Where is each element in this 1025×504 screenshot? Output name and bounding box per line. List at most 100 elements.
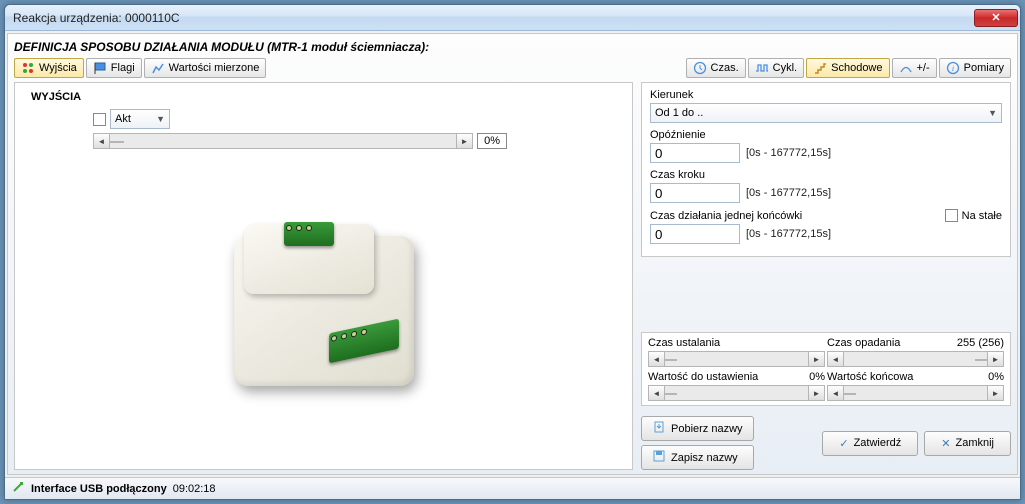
- set-value-value: 0%: [809, 371, 825, 383]
- step-time-input[interactable]: [650, 183, 740, 203]
- confirm-button[interactable]: ✓ Zatwierdź: [822, 431, 918, 456]
- delay-hint: [0s - 167772,15s]: [746, 147, 831, 159]
- tab-pomiary[interactable]: i Pomiary: [939, 58, 1011, 78]
- slider-right-button[interactable]: ►: [456, 134, 472, 148]
- tab-cykl[interactable]: Cykl.: [748, 58, 804, 78]
- fall-col: Czas opadania 255 (256) ◄ ► Wartość końc…: [827, 337, 1004, 401]
- tab-flags[interactable]: Flagi: [86, 58, 142, 78]
- stairs-icon: [813, 61, 827, 75]
- tab-schodowe-label: Schodowe: [831, 62, 882, 74]
- time-values-group: Czas ustalania ◄ ► Wartość do ustawienia…: [641, 332, 1011, 406]
- main-row: WYJŚCIA Akt ▼ ◄ ►: [14, 82, 1011, 470]
- permanent-checkbox[interactable]: [945, 209, 958, 222]
- outputs-icon: [21, 61, 35, 75]
- slider-thumb[interactable]: [665, 359, 677, 361]
- get-names-label: Pobierz nazwy: [671, 423, 743, 435]
- tab-measured-label: Wartości mierzone: [169, 62, 260, 74]
- slider-left-button[interactable]: ◄: [828, 386, 844, 400]
- slider-left-button[interactable]: ◄: [649, 352, 665, 366]
- save-icon: [652, 449, 666, 466]
- tab-czas-label: Czas.: [711, 62, 739, 74]
- set-value-slider[interactable]: ◄ ►: [648, 385, 825, 401]
- slider-right-button[interactable]: ►: [808, 352, 824, 366]
- svg-text:i: i: [952, 64, 954, 73]
- confirm-label: Zatwierdź: [854, 437, 902, 449]
- chevron-down-icon: ▼: [156, 114, 165, 124]
- status-time: 09:02:18: [173, 483, 216, 495]
- brightness-percent: 0%: [477, 133, 507, 149]
- close-icon: ✕: [941, 437, 950, 450]
- slider-thumb[interactable]: [665, 393, 677, 395]
- step-time-hint: [0s - 167772,15s]: [746, 187, 831, 199]
- direction-select[interactable]: Od 1 do .. ▼: [650, 103, 1002, 123]
- slider-left-button[interactable]: ◄: [94, 134, 110, 148]
- right-panel: Kierunek Od 1 do .. ▼ Opóźnienie [0s - 1…: [641, 82, 1011, 470]
- tab-plusminus[interactable]: +/-: [892, 58, 937, 78]
- tab-schodowe[interactable]: Schodowe: [806, 58, 889, 78]
- slider-right-button[interactable]: ►: [987, 352, 1003, 366]
- page-heading: DEFINICJA SPOSOBU DZIAŁANIA MODUŁU (MTR-…: [14, 38, 1011, 58]
- step-time-label: Czas kroku: [650, 169, 1002, 181]
- staircase-settings-group: Kierunek Od 1 do .. ▼ Opóźnienie [0s - 1…: [641, 82, 1011, 257]
- tab-row: Wyjścia Flagi Wartości mierzone: [14, 58, 1011, 78]
- close-window-button[interactable]: ✕: [974, 9, 1018, 27]
- end-value-slider[interactable]: ◄ ►: [827, 385, 1004, 401]
- close-label: Zamknij: [955, 437, 994, 449]
- outputs-title: WYJŚCIA: [31, 91, 624, 103]
- close-icon: ✕: [991, 11, 1000, 24]
- status-bar: Interface USB podłączony 09:02:18: [5, 477, 1020, 499]
- output-akt-row: Akt ▼: [23, 109, 624, 129]
- info-icon: i: [946, 61, 960, 75]
- akt-select[interactable]: Akt ▼: [110, 109, 170, 129]
- end-time-hint: [0s - 167772,15s]: [746, 228, 831, 240]
- akt-checkbox[interactable]: [93, 113, 106, 126]
- direction-label: Kierunek: [650, 89, 1002, 101]
- step-time-row: [0s - 167772,15s]: [650, 183, 1002, 203]
- tab-measured[interactable]: Wartości mierzone: [144, 58, 267, 78]
- fall-time-value: 255 (256): [957, 337, 1004, 349]
- slider-thumb[interactable]: [844, 393, 856, 395]
- end-time-label: Czas działania jednej końcówki: [650, 210, 802, 222]
- outputs-panel: WYJŚCIA Akt ▼ ◄ ►: [14, 82, 633, 470]
- curve-icon: [899, 61, 913, 75]
- clock-icon: [693, 61, 707, 75]
- delay-input[interactable]: [650, 143, 740, 163]
- status-text: Interface USB podłączony: [31, 483, 167, 495]
- device-image: [23, 149, 624, 463]
- get-names-button[interactable]: Pobierz nazwy: [641, 416, 754, 441]
- set-value-label: Wartość do ustawienia: [648, 371, 758, 383]
- end-value-value: 0%: [988, 371, 1004, 383]
- tab-pomiary-label: Pomiary: [964, 62, 1004, 74]
- setup-time-slider[interactable]: ◄ ►: [648, 351, 825, 367]
- slider-left-button[interactable]: ◄: [828, 352, 844, 366]
- end-time-input[interactable]: [650, 224, 740, 244]
- slider-right-button[interactable]: ►: [987, 386, 1003, 400]
- end-time-label-row: Czas działania jednej końcówki Na stałe: [650, 209, 1002, 222]
- buttons-row: Pobierz nazwy Zapisz nazwy ✓ Zatwierdź: [641, 416, 1011, 470]
- slider-thumb[interactable]: [975, 359, 987, 361]
- slider-thumb[interactable]: [110, 141, 124, 143]
- close-button[interactable]: ✕ Zamknij: [924, 431, 1011, 456]
- akt-select-value: Akt: [115, 113, 131, 125]
- download-icon: [652, 420, 666, 437]
- tab-outputs-label: Wyjścia: [39, 62, 77, 74]
- direction-value: Od 1 do ..: [655, 107, 703, 119]
- tab-czas[interactable]: Czas.: [686, 58, 746, 78]
- fall-time-slider[interactable]: ◄ ►: [827, 351, 1004, 367]
- measured-icon: [151, 61, 165, 75]
- right-tabs: Czas. Cykl. Schodowe: [686, 58, 1011, 78]
- slider-right-button[interactable]: ►: [808, 386, 824, 400]
- titlebar: Reakcja urządzenia: 0000110C ✕: [5, 5, 1020, 31]
- usb-icon: [11, 480, 25, 497]
- pulse-icon: [755, 61, 769, 75]
- permanent-label: Na stałe: [962, 210, 1002, 222]
- tab-outputs[interactable]: Wyjścia: [14, 58, 84, 78]
- delay-row: [0s - 167772,15s]: [650, 143, 1002, 163]
- save-names-button[interactable]: Zapisz nazwy: [641, 445, 754, 470]
- content-area: DEFINICJA SPOSOBU DZIAŁANIA MODUŁU (MTR-…: [7, 33, 1018, 475]
- slider-left-button[interactable]: ◄: [649, 386, 665, 400]
- delay-label: Opóźnienie: [650, 129, 1002, 141]
- chevron-down-icon: ▼: [988, 108, 997, 118]
- brightness-slider[interactable]: ◄ ►: [93, 133, 473, 149]
- tab-cykl-label: Cykl.: [773, 62, 797, 74]
